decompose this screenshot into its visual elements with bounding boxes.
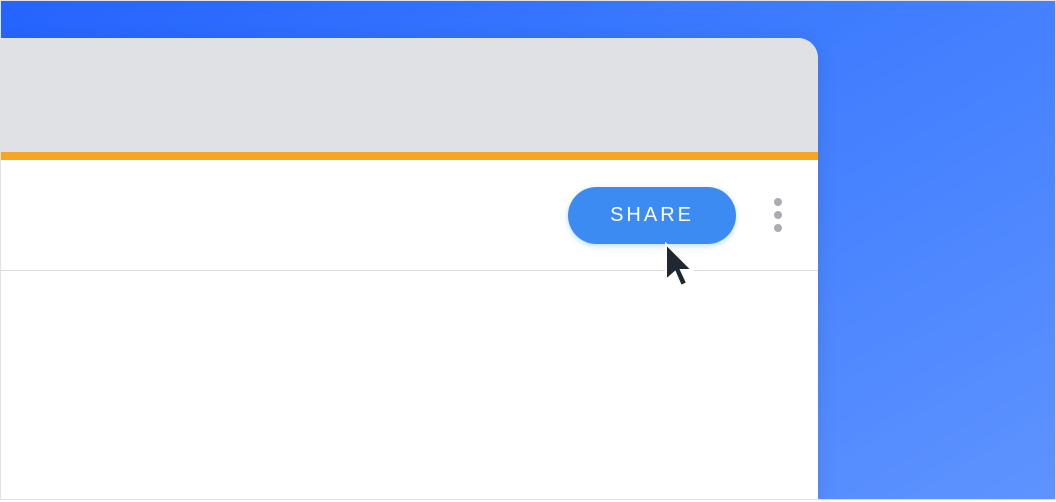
app-window: SHARE — [0, 38, 818, 502]
toolbar: SHARE — [0, 160, 818, 271]
window-titlebar — [0, 38, 818, 152]
more-menu-icon[interactable] — [766, 190, 790, 240]
share-button[interactable]: SHARE — [568, 187, 736, 244]
accent-divider — [0, 152, 818, 160]
dot — [774, 224, 782, 232]
dot — [774, 198, 782, 206]
dot — [774, 211, 782, 219]
